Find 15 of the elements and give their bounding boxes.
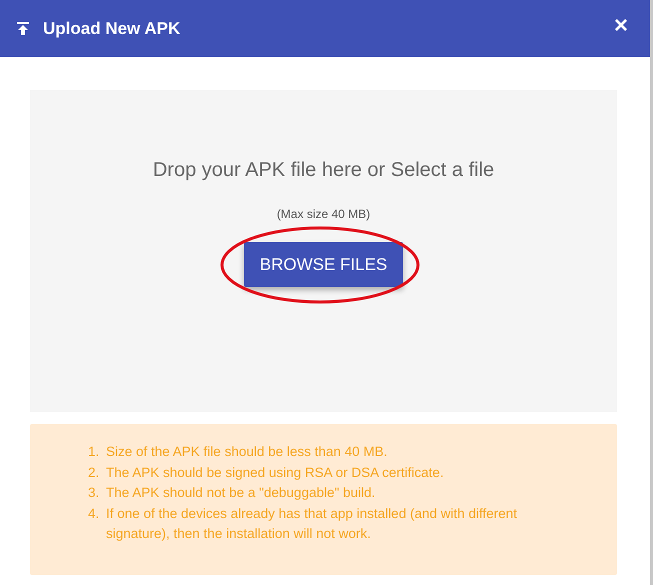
close-button[interactable]: × xyxy=(610,12,632,40)
note-number: 4. xyxy=(88,504,100,522)
note-text: The APK should not be a "debuggable" build. xyxy=(106,484,376,502)
note-text: If one of the devices already has that app installed (and with different signature), then the installation will not work. xyxy=(106,504,518,543)
max-size-hint: (Max size 40 MB) xyxy=(276,207,370,221)
dialog-title: Upload New APK xyxy=(43,18,180,38)
note-number: 1. xyxy=(88,443,100,461)
note-number: 2. xyxy=(88,464,100,482)
upload-icon xyxy=(17,22,29,35)
browse-files-button[interactable]: BROWSE FILES xyxy=(244,242,403,287)
drop-zone[interactable]: Drop your APK file here or Select a file (Max size 40 MB) BROWSE FILES xyxy=(30,90,617,412)
note-number: 3. xyxy=(88,484,100,502)
drop-prompt: Drop your APK file here or Select a file xyxy=(152,159,494,182)
note-text: The APK should be signed using RSA or DSA certificate. xyxy=(106,464,445,482)
note-text: Size of the APK file should be less than 40 MB. xyxy=(106,443,388,461)
